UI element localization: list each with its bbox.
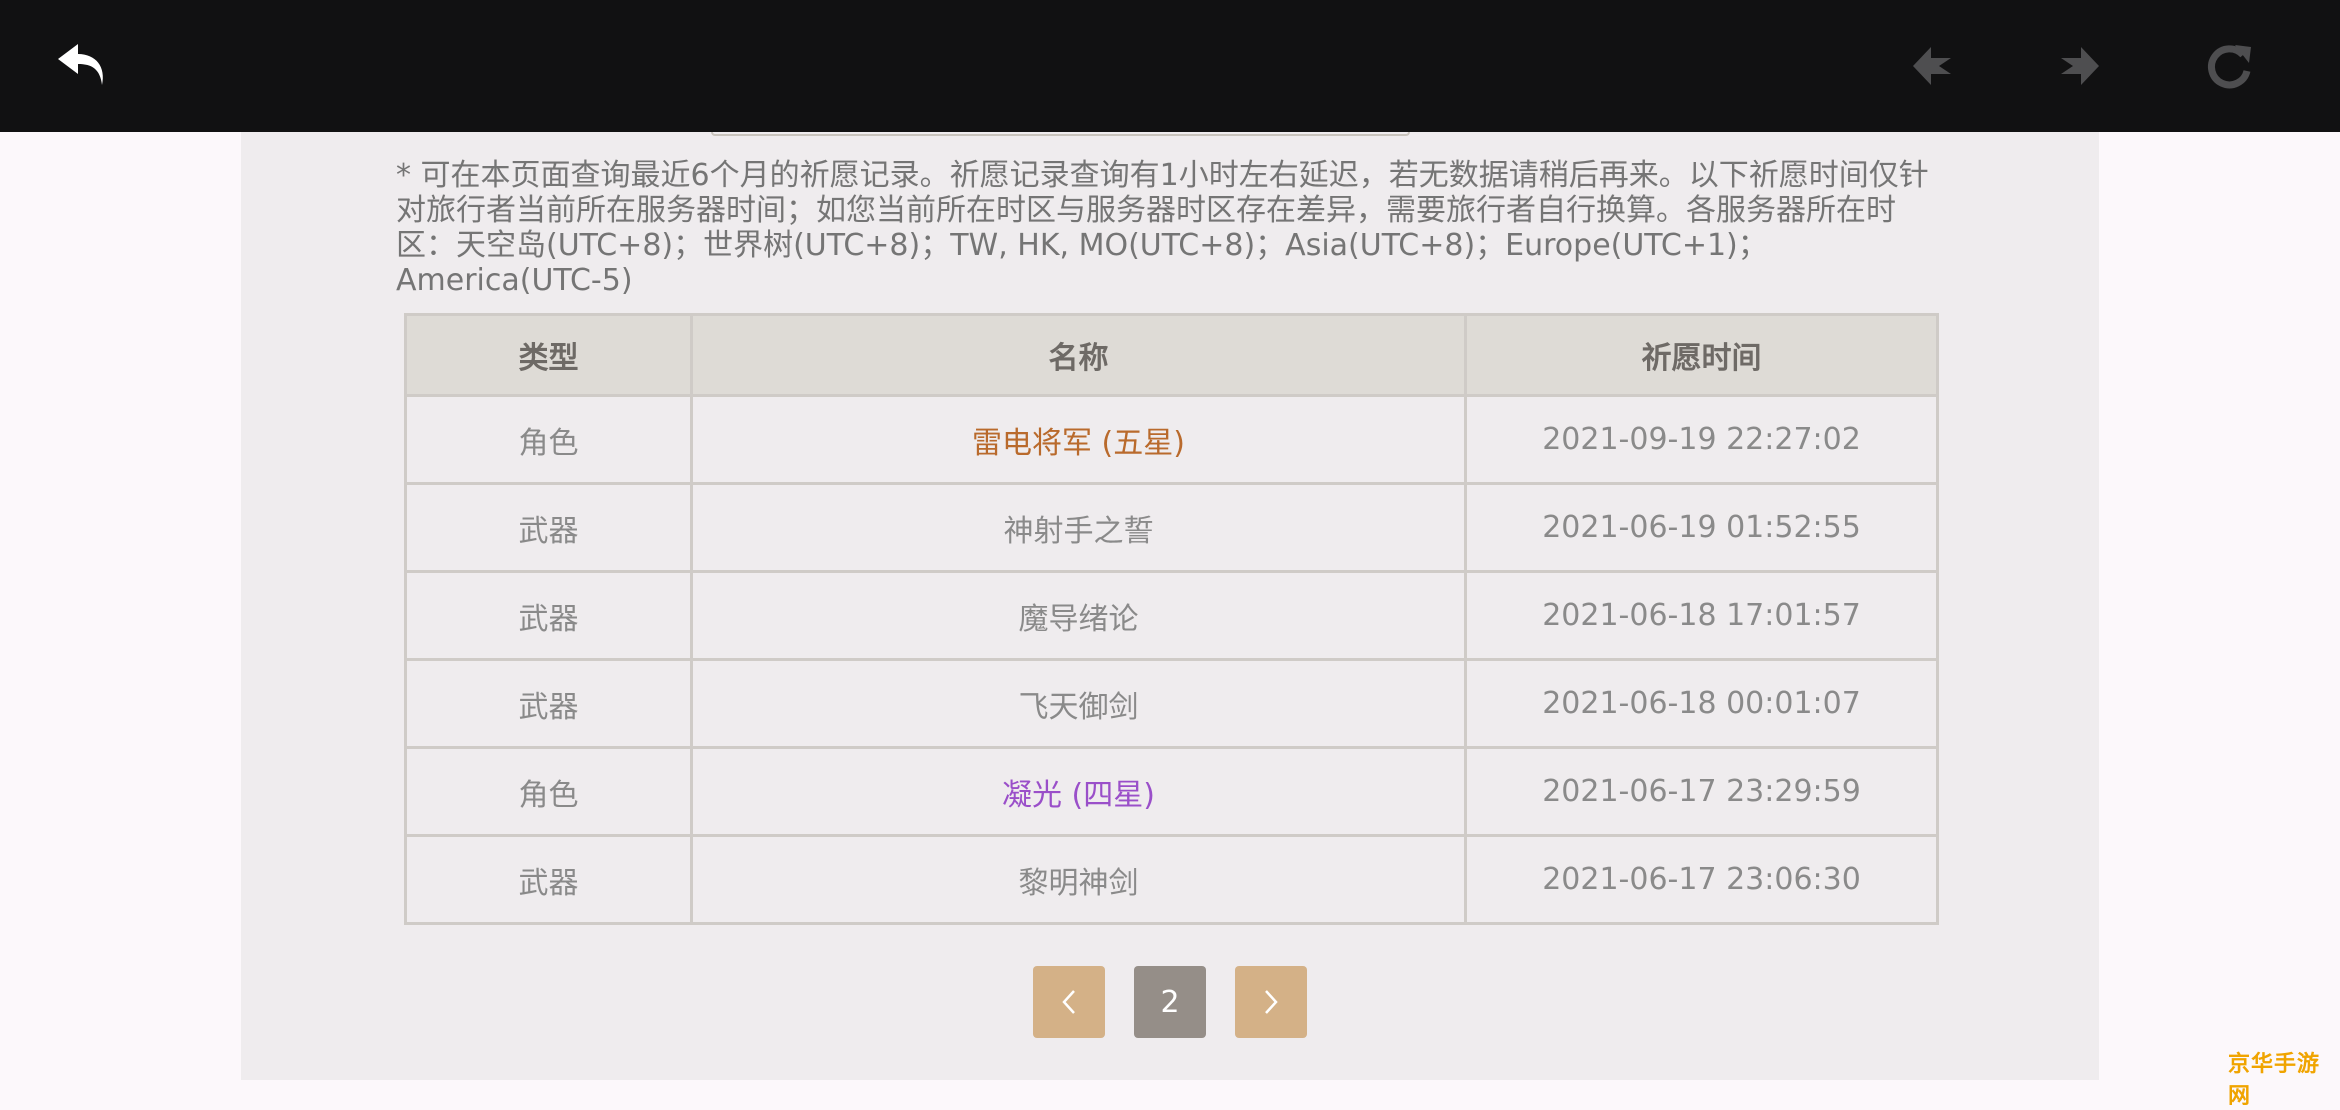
table-row: 角色 雷电将军 (五星) 2021-09-19 22:27:02 — [404, 394, 1939, 485]
chevron-right-icon — [1265, 990, 1278, 1014]
notice-text: * 可在本页面查询最近6个月的祈愿记录。祈愿记录查询有1小时左右延迟，若无数据请… — [396, 158, 1929, 298]
back-button[interactable] — [50, 34, 114, 98]
header-name: 名称 — [690, 313, 1467, 397]
page-forward-icon — [2061, 47, 2099, 85]
page-back-button[interactable] — [1900, 34, 1964, 98]
reload-button[interactable] — [2198, 34, 2262, 98]
site-watermark: 京华手游网 — [2228, 1052, 2321, 1109]
wish-time: 2021-09-19 22:27:02 — [1464, 394, 1939, 485]
wish-time: 2021-06-17 23:29:59 — [1464, 746, 1939, 837]
item-type: 武器 — [404, 570, 693, 661]
prev-page-button[interactable] — [1033, 966, 1105, 1038]
item-name: 魔导绪论 — [690, 570, 1467, 661]
page-forward-button[interactable] — [2048, 34, 2112, 98]
item-name: 雷电将军 (五星) — [690, 394, 1467, 485]
item-type: 武器 — [404, 482, 693, 573]
table-row: 武器 神射手之誓 2021-06-19 01:52:55 — [404, 482, 1939, 573]
item-name: 黎明神剑 — [690, 834, 1467, 925]
item-name: 神射手之誓 — [690, 482, 1467, 573]
table-header-row: 类型 名称 祈愿时间 — [404, 313, 1939, 397]
wish-time: 2021-06-17 23:06:30 — [1464, 834, 1939, 925]
reload-icon — [2208, 45, 2251, 89]
next-page-button[interactable] — [1235, 966, 1307, 1038]
wish-time: 2021-06-18 17:01:57 — [1464, 570, 1939, 661]
item-type: 角色 — [404, 394, 693, 485]
wish-time: 2021-06-19 01:52:55 — [1464, 482, 1939, 573]
item-type: 角色 — [404, 746, 693, 837]
wish-type-select[interactable] — [711, 132, 1410, 136]
browser-toolbar — [0, 0, 2340, 132]
item-name: 凝光 (四星) — [690, 746, 1467, 837]
item-name: 飞天御剑 — [690, 658, 1467, 749]
chevron-left-icon — [1062, 990, 1075, 1014]
table-row: 武器 飞天御剑 2021-06-18 00:01:07 — [404, 658, 1939, 749]
header-time: 祈愿时间 — [1464, 313, 1939, 397]
table-row: 角色 凝光 (四星) 2021-06-17 23:29:59 — [404, 746, 1939, 837]
header-type: 类型 — [404, 313, 693, 397]
table-row: 武器 黎明神剑 2021-06-17 23:06:30 — [404, 834, 1939, 925]
current-page[interactable]: 2 — [1134, 966, 1206, 1038]
page-back-icon — [1913, 47, 1951, 85]
item-type: 武器 — [404, 834, 693, 925]
wish-time: 2021-06-18 00:01:07 — [1464, 658, 1939, 749]
undo-arrow-icon — [58, 44, 103, 85]
table-row: 武器 魔导绪论 2021-06-18 17:01:57 — [404, 570, 1939, 661]
wish-history-table: 类型 名称 祈愿时间 角色 雷电将军 (五星) 2021-09-19 22:27… — [404, 313, 1939, 925]
item-type: 武器 — [404, 658, 693, 749]
